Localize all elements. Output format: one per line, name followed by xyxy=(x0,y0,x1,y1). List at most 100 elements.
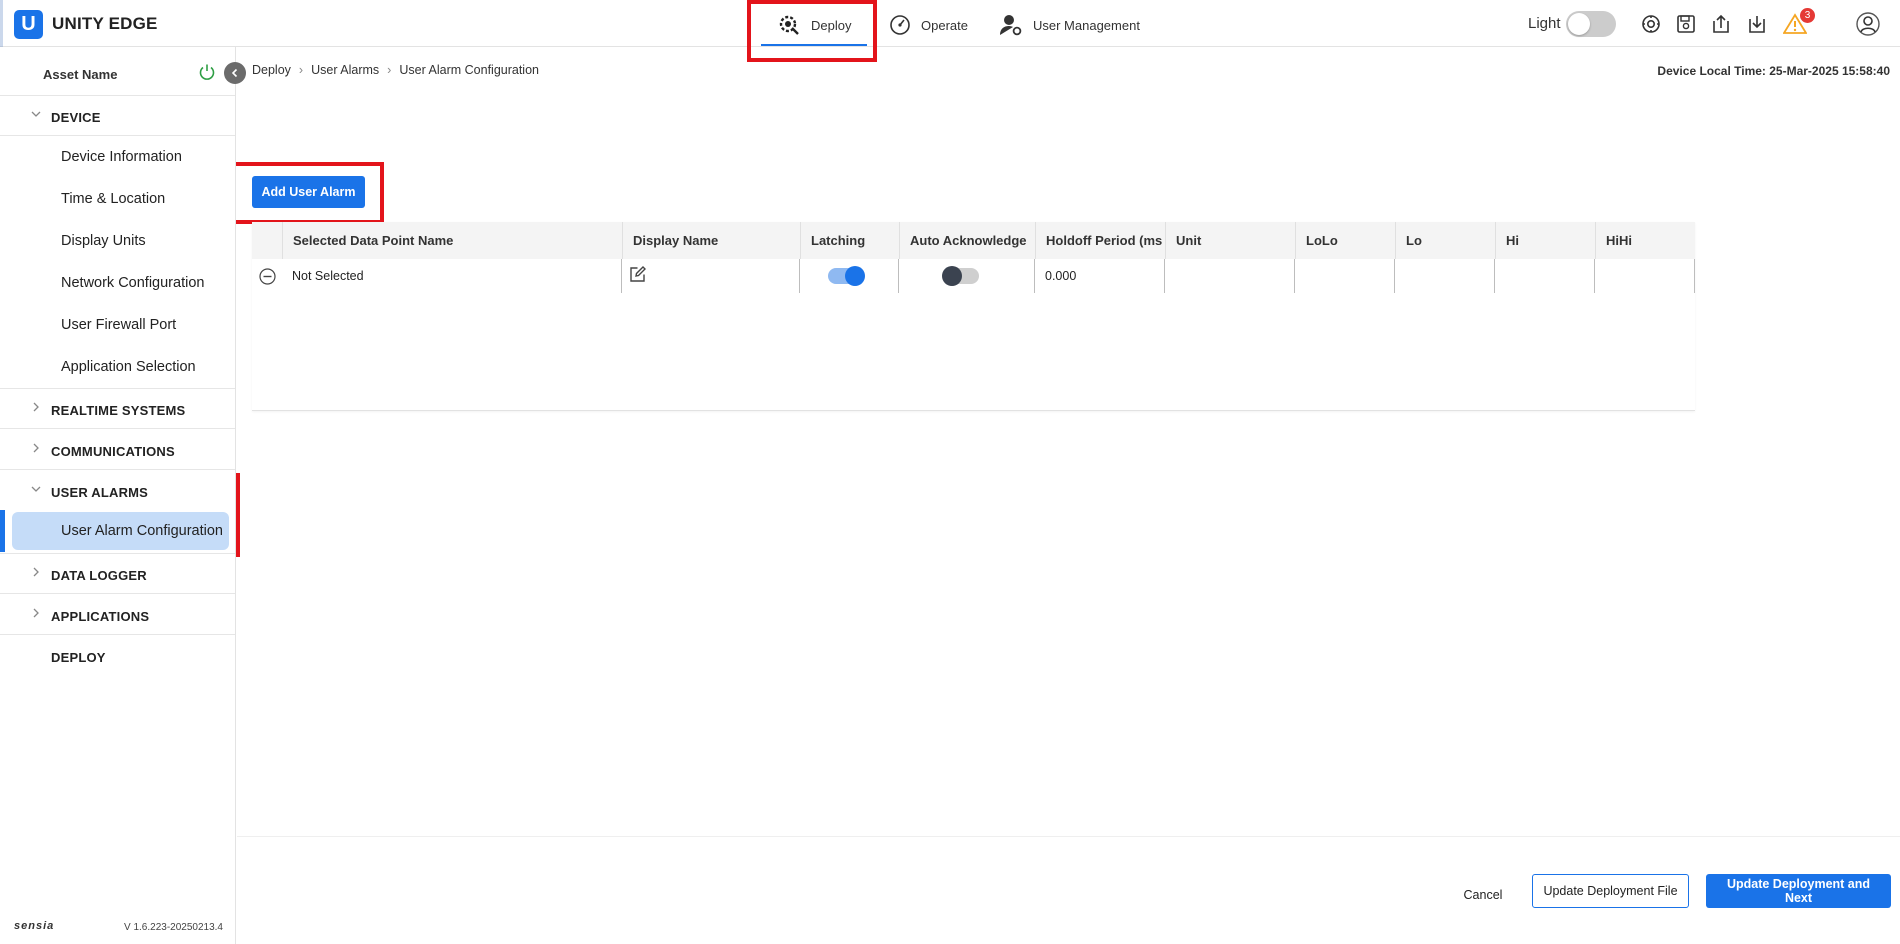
version-label: V 1.6.223-20250213.4 xyxy=(124,922,223,933)
sidebar-item-user-alarm-configuration[interactable]: User Alarm Configuration xyxy=(0,510,235,554)
sidebar-section-label: USER ALARMS xyxy=(51,485,149,500)
sidebar-item-user-firewall-port[interactable]: User Firewall Port xyxy=(0,304,235,346)
sidebar-item-application-selection[interactable]: Application Selection xyxy=(0,346,235,389)
sidebar-section-deploy[interactable]: DEPLOY xyxy=(0,636,235,676)
column-header: Hi xyxy=(1495,222,1595,259)
column-header: Unit xyxy=(1165,222,1295,259)
column-header: HiHi xyxy=(1595,222,1695,259)
add-user-alarm-button[interactable]: Add User Alarm xyxy=(252,176,365,208)
tab-user-management[interactable]: User Management xyxy=(999,6,1140,44)
sidebar-section-label: COMMUNICATIONS xyxy=(51,444,175,459)
app-title: UNITY EDGE xyxy=(52,14,158,33)
upload-icon[interactable] xyxy=(1708,11,1734,37)
unit-cell[interactable] xyxy=(1165,259,1295,293)
breadcrumb: Deploy › User Alarms › User Alarm Config… xyxy=(252,63,539,77)
sidebar-section-applications[interactable]: APPLICATIONS xyxy=(0,595,235,635)
lo-cell[interactable] xyxy=(1395,259,1495,293)
sidebar-item-label: Application Selection xyxy=(61,359,196,375)
sidebar-section-user-alarms[interactable]: USER ALARMS xyxy=(0,471,235,511)
sidebar-item-network-configuration[interactable]: Network Configuration xyxy=(0,262,235,304)
column-header: Auto Acknowledge xyxy=(899,222,1035,259)
latching-toggle-knob xyxy=(845,266,865,286)
sidebar-item-label: Device Information xyxy=(61,149,182,165)
data-point-value: Not Selected xyxy=(292,269,364,283)
user-avatar-icon[interactable] xyxy=(1855,11,1881,37)
column-header: LoLo xyxy=(1295,222,1395,259)
sidebar-section-data-logger[interactable]: DATA LOGGER xyxy=(0,554,235,594)
latching-toggle[interactable] xyxy=(828,266,865,286)
collapse-sidebar-button[interactable] xyxy=(224,62,246,84)
sidebar: Asset Name DEVICE Device Information Tim… xyxy=(0,47,236,944)
alert-count-badge: 3 xyxy=(1800,8,1815,23)
tab-deploy-label: Deploy xyxy=(811,17,852,33)
sidebar-item-label: User Alarm Configuration xyxy=(61,523,223,539)
column-header: Lo xyxy=(1395,222,1495,259)
latching-cell xyxy=(800,259,899,293)
power-icon[interactable] xyxy=(198,63,216,81)
table-row: Not Selected 0.000 xyxy=(252,259,1695,293)
chevron-right-icon xyxy=(33,567,39,577)
chevron-right-icon xyxy=(33,402,39,412)
sidebar-section-communications[interactable]: COMMUNICATIONS xyxy=(0,430,235,470)
sidebar-section-realtime-systems[interactable]: REALTIME SYSTEMS xyxy=(0,389,235,429)
sidebar-item-device-information[interactable]: Device Information xyxy=(0,136,235,178)
gauge-icon xyxy=(890,15,910,35)
table-header: Selected Data Point Name Display Name La… xyxy=(252,222,1695,259)
sidebar-item-label: Display Units xyxy=(61,233,146,249)
selected-indicator xyxy=(0,510,5,552)
auto-acknowledge-toggle-knob xyxy=(942,266,962,286)
app-logo: U xyxy=(14,10,43,39)
theme-toggle[interactable] xyxy=(1566,11,1616,37)
sidebar-item-label: Network Configuration xyxy=(61,275,205,291)
footer-divider xyxy=(237,836,1900,837)
chevron-down-icon xyxy=(31,111,41,117)
column-header-action xyxy=(252,222,282,259)
brand-logo: sensia xyxy=(14,920,55,932)
breadcrumb-item[interactable]: User Alarms xyxy=(311,63,379,77)
sidebar-section-label: REALTIME SYSTEMS xyxy=(51,403,186,418)
hi-cell[interactable] xyxy=(1495,259,1595,293)
breadcrumb-separator: › xyxy=(298,63,304,77)
column-header: Selected Data Point Name xyxy=(282,222,622,259)
cancel-button[interactable]: Cancel xyxy=(1448,878,1518,912)
auto-acknowledge-cell xyxy=(899,259,1035,293)
sidebar-item-label: Time & Location xyxy=(61,191,166,207)
top-bar: U UNITY EDGE Deploy Operate User Managem… xyxy=(0,0,1900,47)
update-deployment-next-button[interactable]: Update Deployment and Next xyxy=(1706,874,1891,908)
sidebar-section-label: APPLICATIONS xyxy=(51,609,150,624)
column-header: Display Name xyxy=(622,222,800,259)
theme-label: Light xyxy=(1528,15,1561,32)
display-name-cell[interactable] xyxy=(622,259,800,293)
data-point-cell: Not Selected xyxy=(282,259,646,293)
update-deployment-file-button[interactable]: Update Deployment File xyxy=(1532,874,1689,908)
lolo-cell[interactable] xyxy=(1295,259,1395,293)
breadcrumb-separator: › xyxy=(387,63,392,77)
sidebar-item-time-location[interactable]: Time & Location xyxy=(0,178,235,220)
settings-sync-icon[interactable] xyxy=(1638,11,1664,37)
user-gear-icon xyxy=(1000,15,1022,36)
save-disk-icon[interactable] xyxy=(1673,11,1699,37)
tab-deploy[interactable]: Deploy xyxy=(760,6,869,46)
download-icon[interactable] xyxy=(1744,11,1770,37)
auto-acknowledge-toggle[interactable] xyxy=(942,266,979,286)
sidebar-section-label: DEVICE xyxy=(51,110,101,125)
holdoff-cell[interactable]: 0.000 xyxy=(1035,259,1165,293)
chevron-right-icon xyxy=(33,443,39,453)
sidebar-section-device[interactable]: DEVICE xyxy=(0,96,235,136)
remove-row-icon[interactable] xyxy=(259,268,276,285)
theme-toggle-knob xyxy=(1568,13,1590,35)
tab-operate[interactable]: Operate xyxy=(889,6,968,44)
sidebar-item-display-units[interactable]: Display Units xyxy=(0,220,235,262)
chevron-right-icon xyxy=(33,608,39,618)
column-header: Latching xyxy=(800,222,899,259)
sidebar-item-label: User Firewall Port xyxy=(61,317,177,333)
sidebar-section-label: DEPLOY xyxy=(51,650,106,665)
hihi-cell[interactable] xyxy=(1595,259,1695,293)
chevron-left-icon xyxy=(231,68,238,78)
sidebar-section-label: DATA LOGGER xyxy=(51,568,147,583)
user-alarm-table: Selected Data Point Name Display Name La… xyxy=(252,222,1695,411)
asset-name: Asset Name xyxy=(43,67,118,82)
breadcrumb-item[interactable]: Deploy xyxy=(252,63,291,77)
column-header: Holdoff Period (ms xyxy=(1035,222,1165,259)
tab-operate-label: Operate xyxy=(921,17,968,33)
